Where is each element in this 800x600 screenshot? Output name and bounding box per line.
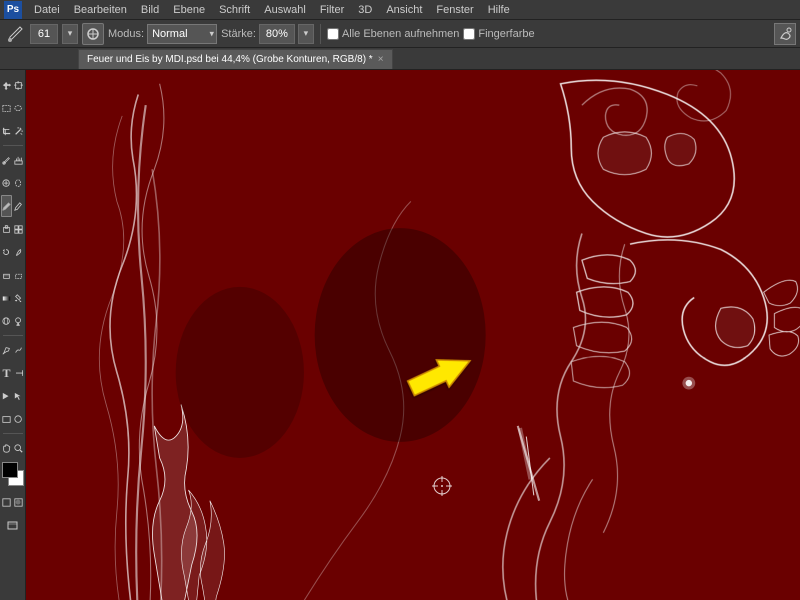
- sep3: [3, 433, 23, 434]
- menu-bild[interactable]: Bild: [135, 0, 165, 20]
- strength-label: Stärke:: [221, 28, 256, 40]
- menu-bearbeiten[interactable]: Bearbeiten: [68, 0, 133, 20]
- nav-pair: [1, 437, 24, 459]
- all-layers-group: Alle Ebenen aufnehmen: [327, 28, 459, 40]
- all-layers-checkbox[interactable]: [327, 28, 339, 40]
- brush-size-dropdown[interactable]: ▾: [62, 24, 78, 44]
- healing-pair: [1, 172, 24, 194]
- quick-mask-mode[interactable]: [13, 491, 24, 513]
- color-swatches[interactable]: [0, 462, 26, 488]
- menu-ansicht[interactable]: Ansicht: [380, 0, 428, 20]
- color-sample-tool[interactable]: [13, 149, 24, 171]
- pencil-tool[interactable]: [13, 195, 24, 217]
- finger-label: Fingerfarbe: [478, 28, 534, 40]
- screen-mode-tool[interactable]: [2, 514, 24, 536]
- mode-group: Modus: Normal: [108, 24, 217, 44]
- strength-group: Stärke: 80% ▾: [221, 24, 314, 44]
- menu-3d[interactable]: 3D: [352, 0, 378, 20]
- blur-pair: [1, 310, 24, 332]
- stamp-pair: [1, 218, 24, 240]
- clone-stamp-tool[interactable]: [1, 218, 12, 240]
- text-tool[interactable]: T: [1, 362, 12, 384]
- shape-pair: [1, 408, 24, 430]
- all-layers-label: Alle Ebenen aufnehmen: [342, 28, 459, 40]
- sep1: [3, 145, 23, 146]
- artwork-svg: [26, 70, 800, 600]
- brush-size-value[interactable]: 61: [30, 24, 58, 44]
- main-area: T T: [0, 70, 800, 600]
- gradient-tool[interactable]: [1, 287, 12, 309]
- path-select-tool[interactable]: [1, 385, 12, 407]
- history-brush-tool[interactable]: [1, 241, 12, 263]
- rectangle-tool[interactable]: [1, 408, 12, 430]
- menubar: Ps Datei Bearbeiten Bild Ebene Schrift A…: [0, 0, 800, 20]
- pattern-stamp-tool[interactable]: [13, 218, 24, 240]
- history-pair: [1, 241, 24, 263]
- gradient-pair: [1, 287, 24, 309]
- menu-hilfe[interactable]: Hilfe: [482, 0, 516, 20]
- magic-eraser-tool[interactable]: [13, 264, 24, 286]
- eyedropper-tool[interactable]: [1, 149, 12, 171]
- mode-label: Modus:: [108, 28, 144, 40]
- path-pair: [1, 385, 24, 407]
- eraser-tool[interactable]: [1, 264, 12, 286]
- canvas-area: [26, 70, 800, 600]
- mask-pair: [1, 491, 24, 513]
- foreground-color-swatch[interactable]: [2, 462, 18, 478]
- menu-fenster[interactable]: Fenster: [430, 0, 479, 20]
- pen-pair: [1, 339, 24, 361]
- move-tool[interactable]: [1, 74, 12, 96]
- finger-checkbox[interactable]: [463, 28, 475, 40]
- zoom-tool[interactable]: [13, 437, 24, 459]
- photoshop-logo: Ps: [4, 1, 22, 19]
- eyedropper-pair: [1, 149, 24, 171]
- menu-filter[interactable]: Filter: [314, 0, 350, 20]
- lasso-tool[interactable]: [13, 97, 24, 119]
- finger-group: Fingerfarbe: [463, 28, 534, 40]
- direct-select-tool[interactable]: [13, 385, 24, 407]
- strength-dropdown[interactable]: ▾: [298, 24, 314, 44]
- menu-schrift[interactable]: Schrift: [213, 0, 256, 20]
- rectangular-marquee-tool[interactable]: [1, 97, 12, 119]
- healing-brush-tool[interactable]: [1, 172, 12, 194]
- eraser-pair: [1, 264, 24, 286]
- menu-auswahl[interactable]: Auswahl: [258, 0, 312, 20]
- crop-pair: [1, 120, 24, 142]
- brush-tool-icon: [4, 23, 26, 45]
- tab-close-button[interactable]: ×: [378, 54, 384, 65]
- brush-tool[interactable]: [1, 195, 12, 217]
- pen-tool[interactable]: [1, 339, 12, 361]
- separator-1: [320, 24, 321, 44]
- hand-tool[interactable]: [1, 437, 12, 459]
- blur-tool[interactable]: [1, 310, 12, 332]
- sep2: [3, 335, 23, 336]
- vertical-text-tool[interactable]: T: [13, 362, 24, 384]
- toolbar: T T: [0, 70, 26, 600]
- menu-ebene[interactable]: Ebene: [167, 0, 211, 20]
- move-lasso-pair: [1, 74, 24, 96]
- brush-preset-icon[interactable]: [82, 23, 104, 45]
- mode-select-wrapper[interactable]: Normal: [147, 24, 217, 44]
- pressure-button[interactable]: [774, 23, 796, 45]
- marquee-pair: [1, 97, 24, 119]
- text-pair: T T: [1, 362, 24, 384]
- art-history-brush-tool[interactable]: [13, 241, 24, 263]
- paint-bucket-tool[interactable]: [13, 287, 24, 309]
- tabbar: Feuer und Eis by MDI.psd bei 44,4% (Grob…: [0, 48, 800, 70]
- tab-title: Feuer und Eis by MDI.psd bei 44,4% (Grob…: [87, 54, 373, 65]
- brush-pair: [1, 195, 24, 217]
- standard-mode[interactable]: [1, 491, 12, 513]
- artboard-tool[interactable]: [13, 74, 24, 96]
- patch-tool[interactable]: [13, 172, 24, 194]
- crop-tool[interactable]: [1, 120, 12, 142]
- menu-datei[interactable]: Datei: [28, 0, 66, 20]
- freeform-pen-tool[interactable]: [13, 339, 24, 361]
- magic-wand-tool[interactable]: [13, 120, 24, 142]
- mode-select[interactable]: Normal: [147, 24, 217, 44]
- document-tab[interactable]: Feuer und Eis by MDI.psd bei 44,4% (Grob…: [78, 49, 393, 69]
- dodge-tool[interactable]: [13, 310, 24, 332]
- strength-value[interactable]: 80%: [259, 24, 295, 44]
- optionsbar: 61 ▾ Modus: Normal Stärke: 80% ▾ Alle Eb…: [0, 20, 800, 48]
- ellipse-tool[interactable]: [13, 408, 24, 430]
